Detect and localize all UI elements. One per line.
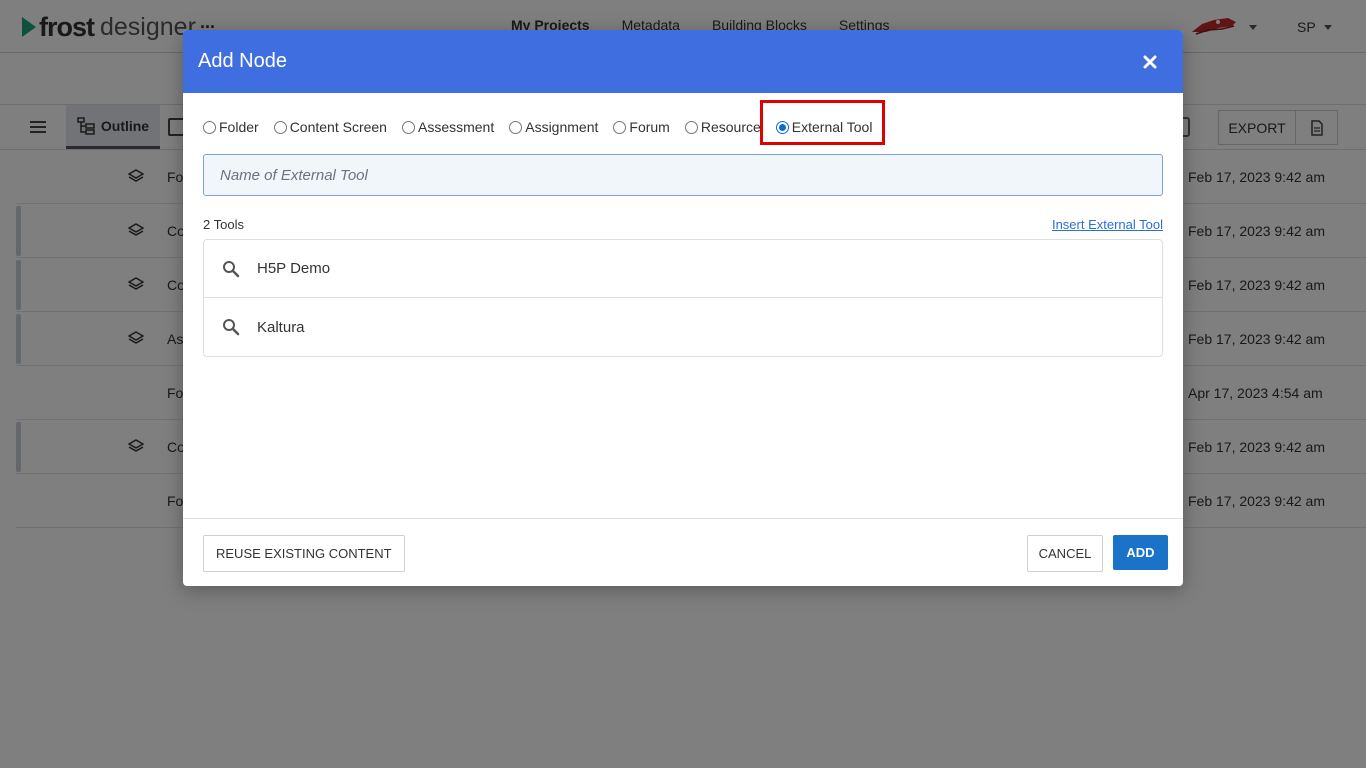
radio-label: Folder (219, 119, 259, 135)
radio-label: Assessment (417, 119, 495, 135)
dialog-title: Add Node (198, 50, 287, 72)
selection-highlight-box (760, 100, 885, 145)
radio-circle[interactable] (613, 120, 627, 134)
radio-label: Content Screen (289, 119, 387, 135)
radio-assessment[interactable]: Assessment (401, 119, 495, 135)
add-button[interactable]: ADD (1113, 535, 1168, 570)
radio-assignment[interactable]: Assignment (509, 119, 598, 135)
insert-external-tool-link[interactable]: Insert External Tool (1052, 217, 1163, 232)
radio-circle[interactable] (684, 120, 698, 134)
radio-label: Resource (700, 119, 761, 135)
search-icon (223, 319, 240, 336)
tool-name: H5P Demo (257, 260, 331, 277)
tool-item[interactable]: H5P Demo (204, 240, 1162, 298)
close-icon (1143, 55, 1157, 69)
tool-name: Kaltura (257, 318, 305, 336)
add-node-dialog: Add Node Folder Content Screen Assessmen… (183, 30, 1183, 586)
dialog-header: Add Node (183, 30, 1183, 93)
tool-item[interactable]: Kaltura (204, 298, 1162, 356)
radio-circle[interactable] (509, 120, 523, 134)
cancel-button[interactable]: CANCEL (1027, 535, 1103, 572)
radio-content-screen[interactable]: Content Screen (273, 119, 387, 135)
radio-resource[interactable]: Resource (684, 119, 761, 135)
radio-label: Forum (629, 119, 670, 135)
radio-folder[interactable]: Folder (203, 119, 259, 135)
radio-circle[interactable] (203, 120, 216, 134)
external-tool-name-input[interactable] (203, 154, 1163, 196)
radio-label: Assignment (525, 119, 599, 135)
search-icon (223, 260, 240, 277)
tools-count: 2 Tools (203, 217, 244, 232)
close-button[interactable] (1139, 51, 1161, 73)
radio-circle[interactable] (401, 120, 415, 134)
radio-forum[interactable]: Forum (613, 119, 670, 135)
external-tool-list: H5P Demo Kaltura (203, 239, 1163, 357)
radio-circle[interactable] (273, 120, 287, 134)
reuse-existing-content-button[interactable]: REUSE EXISTING CONTENT (203, 535, 405, 572)
dialog-footer: REUSE EXISTING CONTENT CANCEL ADD (183, 518, 1183, 586)
